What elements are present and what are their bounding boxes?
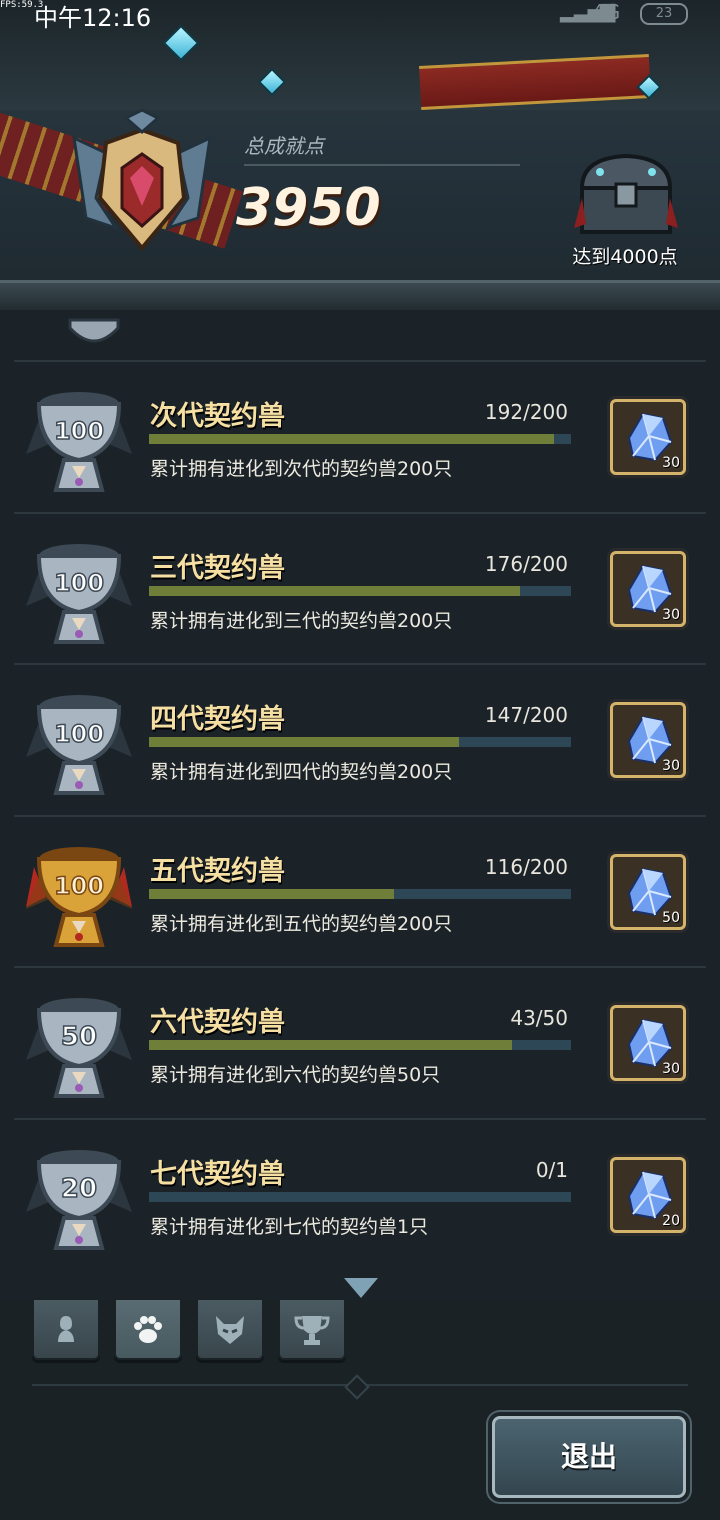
achievement-title: 三代契约兽 (150, 552, 285, 584)
reward-item-slot[interactable]: 30 (610, 399, 686, 475)
achievement-progress-bar (149, 888, 571, 899)
achievement-row[interactable]: 20 七代契约兽 0/1 累计拥有进化到七代的契约兽1只 20 (14, 1117, 706, 1270)
reward-item-slot[interactable]: 30 (610, 1005, 686, 1081)
reward-item-slot[interactable]: 30 (610, 702, 686, 778)
status-time: 中午12:16 (34, 4, 152, 32)
achievement-header: 总成就点 3950 达到4000点 (0, 0, 720, 310)
battery-indicator: 23 (640, 3, 688, 25)
tab-beasts[interactable] (114, 1298, 182, 1360)
achievement-progress-fill (149, 434, 555, 444)
achievement-description: 累计拥有进化到三代的契约兽200只 (150, 609, 453, 632)
achievement-progress-text: 147/200 (484, 703, 568, 727)
chest-requirement-label: 达到4000点 (572, 246, 678, 268)
trophy-points-value: 50 (61, 1022, 97, 1052)
exit-button[interactable]: 退出 (492, 1416, 686, 1498)
achievement-title: 次代契约兽 (150, 401, 285, 432)
achievement-description: 累计拥有进化到六代的契约兽50只 (150, 1064, 441, 1086)
achievement-title: 四代契约兽 (150, 704, 285, 735)
trophy-points-value: 100 (54, 872, 104, 900)
silver-trophy-icon: 20 (26, 1149, 132, 1250)
total-points-underline (244, 164, 520, 166)
scroll-down-icon[interactable] (344, 1278, 378, 1298)
achievement-title: 七代契约兽 (150, 1158, 285, 1190)
trophy-icon (294, 1316, 330, 1345)
achievement-progress-text: 43/50 (510, 1006, 568, 1030)
network-type: 4G (592, 0, 621, 24)
silver-trophy-icon: 50 (26, 998, 132, 1098)
achievement-progress-fill (149, 585, 521, 596)
achievement-progress-text: 0/1 (535, 1157, 568, 1182)
achievement-progress-bar (149, 1191, 571, 1202)
reward-chest-icon[interactable] (574, 148, 678, 240)
achievement-progress-fill (149, 737, 460, 747)
achievement-row[interactable]: 100 次代契约兽 192/200 累计拥有进化到次代的契约兽200只 30 (14, 360, 706, 512)
achievement-progress-bar (149, 585, 571, 596)
achievement-progress-text: 176/200 (484, 551, 568, 576)
achievement-rank-badge-icon (72, 108, 212, 252)
achievement-description: 累计拥有进化到七代的契约兽1只 (150, 1215, 429, 1238)
achievement-list[interactable]: 100 次代契约兽 192/200 累计拥有进化到次代的契约兽200只 30 100 三代契… (14, 310, 706, 1300)
achievement-progress-bar (149, 434, 571, 444)
achievement-progress-text: 192/200 (484, 400, 568, 424)
reward-quantity: 30 (662, 606, 680, 623)
achievement-title: 六代契约兽 (150, 1007, 285, 1038)
achievement-progress-fill (149, 1040, 512, 1050)
reward-quantity: 50 (662, 909, 680, 926)
reward-item-slot[interactable]: 30 (610, 550, 686, 627)
reward-quantity: 30 (662, 758, 680, 774)
total-points-label: 总成就点 (244, 134, 324, 158)
reward-item-slot[interactable]: 20 (610, 1156, 686, 1233)
achievement-description: 累计拥有进化到五代的契约兽200只 (150, 912, 453, 935)
trophy-points-value: 100 (54, 720, 104, 748)
status-bar: 中午12:16 FPS:59.3 ▂▃▅▇ 4G 23 (0, 0, 720, 32)
tab-monsters[interactable] (196, 1298, 264, 1360)
demon-mask-icon (216, 1316, 244, 1344)
tab-character[interactable] (32, 1298, 100, 1360)
paw-icon (134, 1316, 162, 1343)
achievement-title: 五代契约兽 (150, 855, 285, 887)
reward-quantity: 30 (662, 455, 680, 471)
achievement-progress-bar (149, 737, 571, 747)
gold-trophy-icon: 100 (26, 846, 132, 947)
achievement-description: 累计拥有进化到次代的契约兽200只 (150, 458, 453, 480)
trophy-points-value: 100 (54, 569, 104, 597)
character-icon (58, 1316, 74, 1342)
reward-item-slot[interactable]: 50 (610, 853, 686, 930)
achievement-progress-text: 116/200 (484, 854, 568, 879)
silver-trophy-icon: 100 (26, 392, 132, 492)
fps-counter: FPS:59.3 (0, 0, 44, 10)
achievement-row[interactable]: 100 四代契约兽 147/200 累计拥有进化到四代的契约兽200只 30 (14, 663, 706, 815)
silver-trophy-icon: 100 (26, 543, 132, 644)
achievement-progress-bar (149, 1040, 571, 1050)
achievement-row[interactable]: 100 五代契约兽 116/200 累计拥有进化到五代的契约兽200只 50 (14, 814, 706, 967)
achievement-row[interactable]: 100 三代契约兽 176/200 累计拥有进化到三代的契约兽200只 30 (14, 511, 706, 664)
silver-trophy-icon: 100 (26, 695, 132, 795)
reward-quantity: 30 (662, 1061, 680, 1077)
tab-achievements[interactable] (278, 1298, 346, 1360)
reward-quantity: 20 (662, 1212, 680, 1229)
trophy-points-value: 20 (61, 1174, 97, 1204)
trophy-peek-icon (68, 318, 120, 343)
total-points-value: 3950 (236, 178, 381, 238)
header-frame-bottom (0, 280, 720, 310)
achievement-row[interactable]: 50 六代契约兽 43/50 累计拥有进化到六代的契约兽50只 30 (14, 966, 706, 1118)
achievement-progress-fill (149, 888, 394, 899)
trophy-points-value: 100 (54, 417, 104, 445)
achievement-description: 累计拥有进化到四代的契约兽200只 (150, 761, 453, 783)
